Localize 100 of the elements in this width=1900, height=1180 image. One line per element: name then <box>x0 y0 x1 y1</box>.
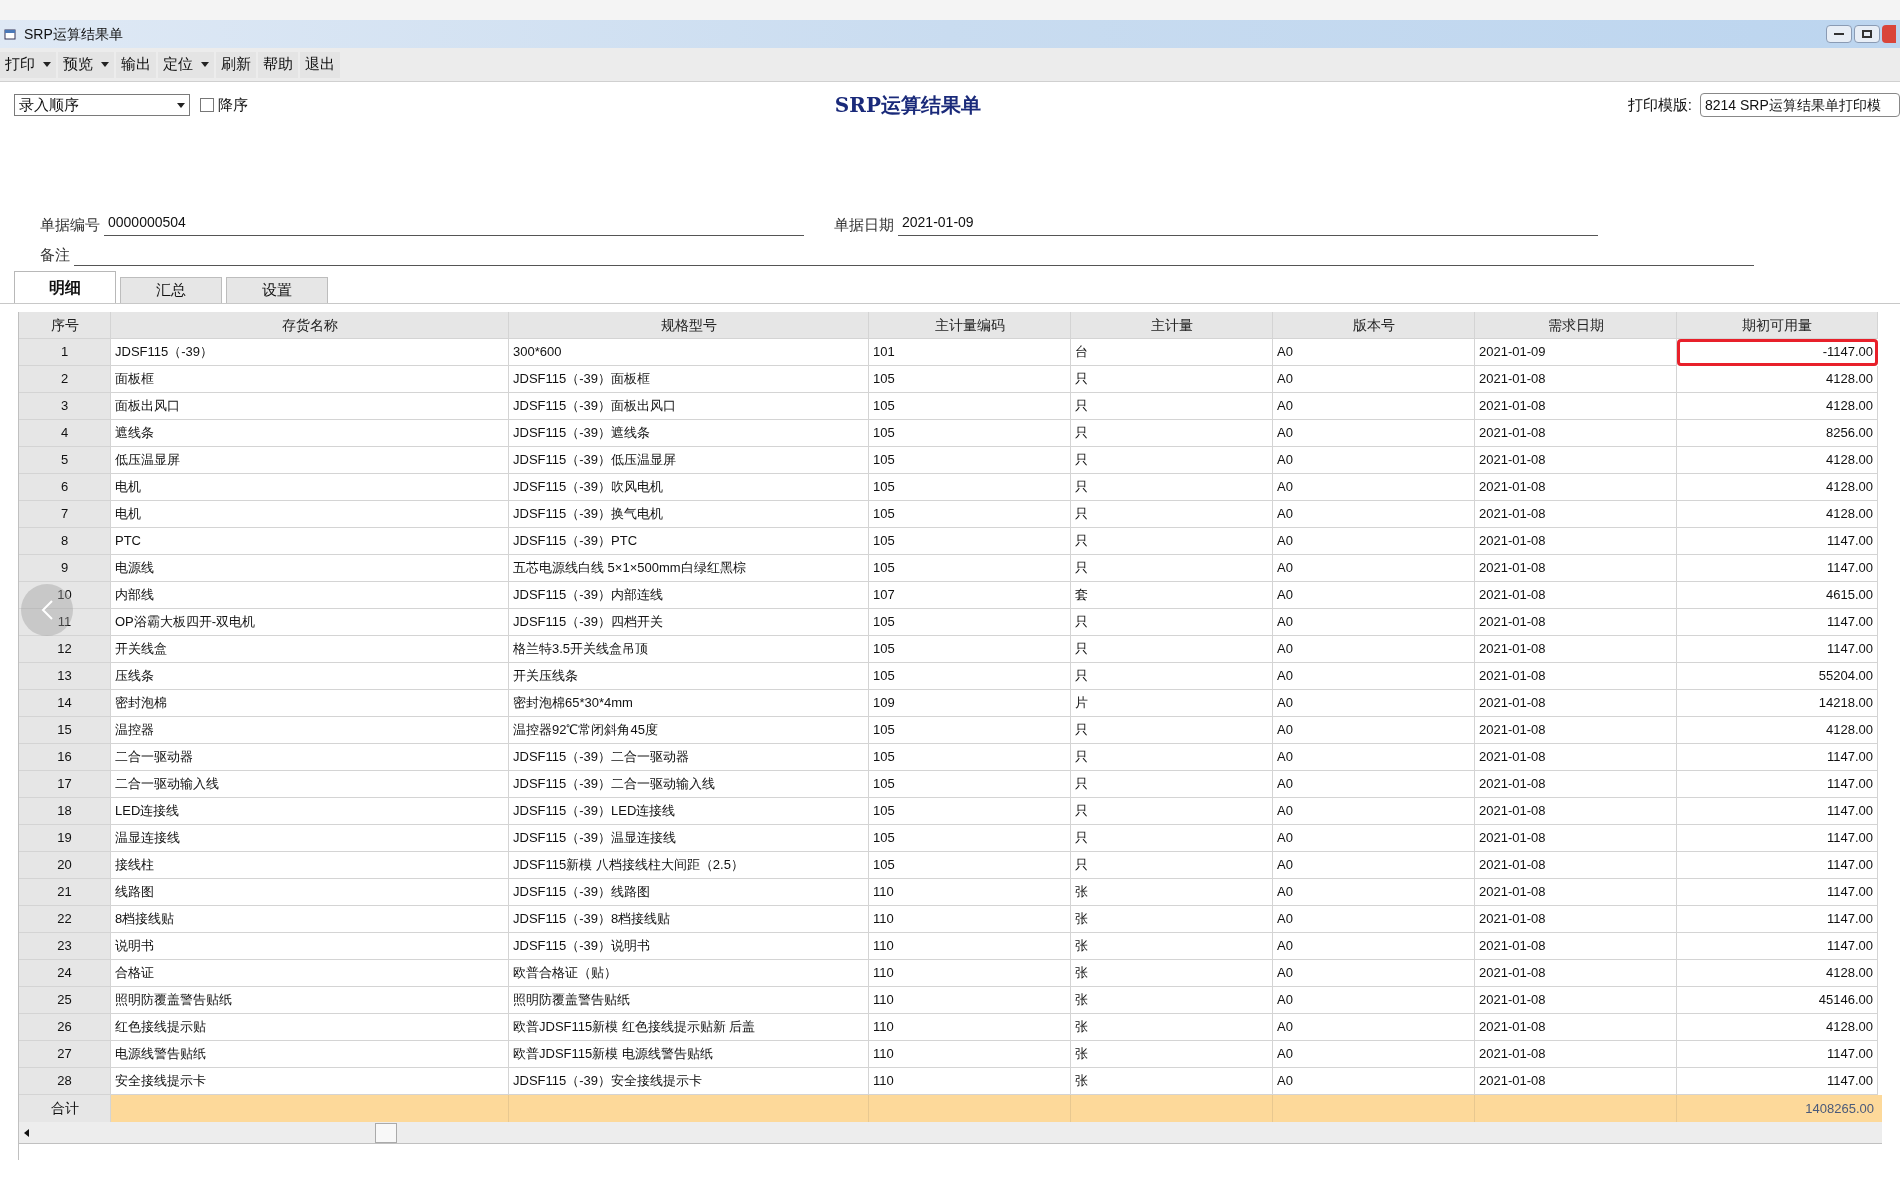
table-cell-text: 5 <box>60 451 69 470</box>
table-cell-text: 8256.00 <box>1826 424 1873 443</box>
table-cell-text: 2021-01-08 <box>1479 559 1546 578</box>
table-cell-text: 2021-01-08 <box>1479 586 1546 605</box>
table-cell-text: A0 <box>1277 1072 1293 1091</box>
restore-button[interactable] <box>1854 25 1880 43</box>
input-field[interactable]: 2021-01-09 <box>898 212 1598 236</box>
table-cell-text: JDSF115（-39）二合一驱动器 <box>513 748 689 767</box>
toolbar-button[interactable]: 输出 <box>116 51 156 78</box>
tab[interactable]: 汇总 <box>120 277 222 303</box>
table-cell-text: 只 <box>1075 829 1088 848</box>
table-cell-text: 2021-01-09 <box>1479 343 1546 362</box>
table-cell-text: 28 <box>57 1072 72 1091</box>
table-cell-text: 面板出风口 <box>115 397 180 416</box>
table-cell-text: 电机 <box>115 478 141 497</box>
table-cell-text: 105 <box>873 451 895 470</box>
input-field[interactable]: 0000000504 <box>104 212 804 236</box>
toolbar-button[interactable]: 定位 <box>158 51 214 78</box>
table-cell-text: 只 <box>1075 748 1088 767</box>
table-cell-text: 温显连接线 <box>115 829 180 848</box>
table-cell-text: 23 <box>57 937 72 956</box>
table-cell-text: A0 <box>1277 424 1293 443</box>
table-cell-text: 4128.00 <box>1826 478 1873 497</box>
column-header: 主计量 <box>1150 315 1193 335</box>
table-cell-text: 18 <box>57 802 72 821</box>
toolbar-button[interactable]: 刷新 <box>216 51 256 78</box>
table-cell-text: 105 <box>873 370 895 389</box>
table-cell-text: 2021-01-08 <box>1479 910 1546 929</box>
table-cell-text: A0 <box>1277 451 1293 470</box>
table-cell-text: 面板框 <box>115 370 154 389</box>
toolbar-button[interactable]: 预览 <box>58 51 114 78</box>
table-cell-text: 2021-01-08 <box>1479 829 1546 848</box>
table-cell-text: 22 <box>57 910 72 929</box>
column-header: 存货名称 <box>281 315 338 335</box>
table-cell-text: 45146.00 <box>1818 991 1873 1010</box>
checkbox-label: 降序 <box>218 94 248 115</box>
toolbar-button[interactable]: 帮助 <box>258 51 298 78</box>
table-cell-text: 110 <box>873 964 894 983</box>
table-cell-text: 4128.00 <box>1826 451 1873 470</box>
table-cell-text: 二合一驱动输入线 <box>115 775 219 794</box>
table-cell-text: 密封泡棉 <box>115 694 167 713</box>
column-header: 规格型号 <box>660 315 717 335</box>
table-cell-text: 1147.00 <box>1826 775 1873 794</box>
table-cell-text: JDSF115（-39）吹风电机 <box>513 478 663 497</box>
table-cell-text: 3 <box>60 397 69 416</box>
tab[interactable]: 明细 <box>14 271 116 303</box>
table-cell-text: A0 <box>1277 721 1293 740</box>
table-cell-text: 105 <box>873 667 895 686</box>
tab[interactable]: 设置 <box>226 277 328 303</box>
table-cell-text: 4128.00 <box>1826 964 1873 983</box>
table-cell-text: JDSF115（-39）PTC <box>513 532 637 551</box>
table-cell-text: 107 <box>873 586 895 605</box>
table-cell-text: 105 <box>873 829 895 848</box>
sort-select[interactable]: 录入顺序 <box>14 94 190 116</box>
minimize-button[interactable] <box>1826 25 1852 43</box>
previous-button[interactable] <box>21 584 73 636</box>
toolbar-button[interactable]: 退出 <box>300 51 340 78</box>
table-cell-text: 只 <box>1075 640 1088 659</box>
field-label: 单据日期 <box>834 214 894 235</box>
table-cell-text: 1147.00 <box>1826 613 1873 632</box>
table-cell-text: 1147.00 <box>1826 802 1873 821</box>
table-cell-text: 1147.00 <box>1826 748 1873 767</box>
table-cell-text: 红色接线提示贴 <box>115 1018 206 1037</box>
scrollbar-thumb[interactable] <box>375 1122 397 1143</box>
table-cell-text: 张 <box>1075 964 1088 983</box>
table-cell-text: 2021-01-08 <box>1479 478 1546 497</box>
table-cell-text: 张 <box>1075 883 1088 902</box>
table-cell-text: 合格证 <box>115 964 154 983</box>
table-cell-text: A0 <box>1277 883 1293 902</box>
table-cell-text: 110 <box>873 910 894 929</box>
table-cell-text: 张 <box>1075 910 1088 929</box>
toolbar-button[interactable]: 打印 <box>0 51 56 78</box>
table-cell-text: A0 <box>1277 397 1293 416</box>
table-cell-text: A0 <box>1277 991 1293 1010</box>
table-cell-text: 说明书 <box>115 937 154 956</box>
table-cell-text: 只 <box>1075 451 1088 470</box>
table-cell-text: A0 <box>1277 910 1293 929</box>
table-cell-text: 2 <box>60 370 69 389</box>
table-cell-text: 12 <box>57 640 72 659</box>
table-cell-text: 电机 <box>115 505 141 524</box>
table-cell-text: A0 <box>1277 370 1293 389</box>
table-cell-text: 遮线条 <box>115 424 154 443</box>
table-cell-text: JDSF115（-39）线路图 <box>513 883 650 902</box>
table-cell-text: 105 <box>873 505 895 524</box>
column-header: 需求日期 <box>1547 315 1604 335</box>
table-cell-text: 101 <box>873 343 895 362</box>
template-select[interactable]: 8214 SRP运算结果单打印模 <box>1700 93 1900 117</box>
table-cell-text: 17 <box>57 775 72 794</box>
table-cell-text: 105 <box>873 748 895 767</box>
checkbox[interactable] <box>200 98 214 112</box>
column-header: 期初可用量 <box>1742 315 1812 335</box>
table-cell-text: 105 <box>873 721 895 740</box>
table-cell-text: 片 <box>1075 694 1088 713</box>
table-cell-text: 14218.00 <box>1818 694 1873 713</box>
table-cell-text: A0 <box>1277 478 1293 497</box>
table-cell-text: JDSF115（-39）二合一驱动输入线 <box>513 775 715 794</box>
table-cell-text: JDSF115（-39）安全接线提示卡 <box>513 1072 702 1091</box>
table-cell-text: 2021-01-08 <box>1479 505 1546 524</box>
table-cell-text: 2021-01-08 <box>1479 424 1546 443</box>
table-cell-text: JDSF115（-39）四档开关 <box>513 613 663 632</box>
